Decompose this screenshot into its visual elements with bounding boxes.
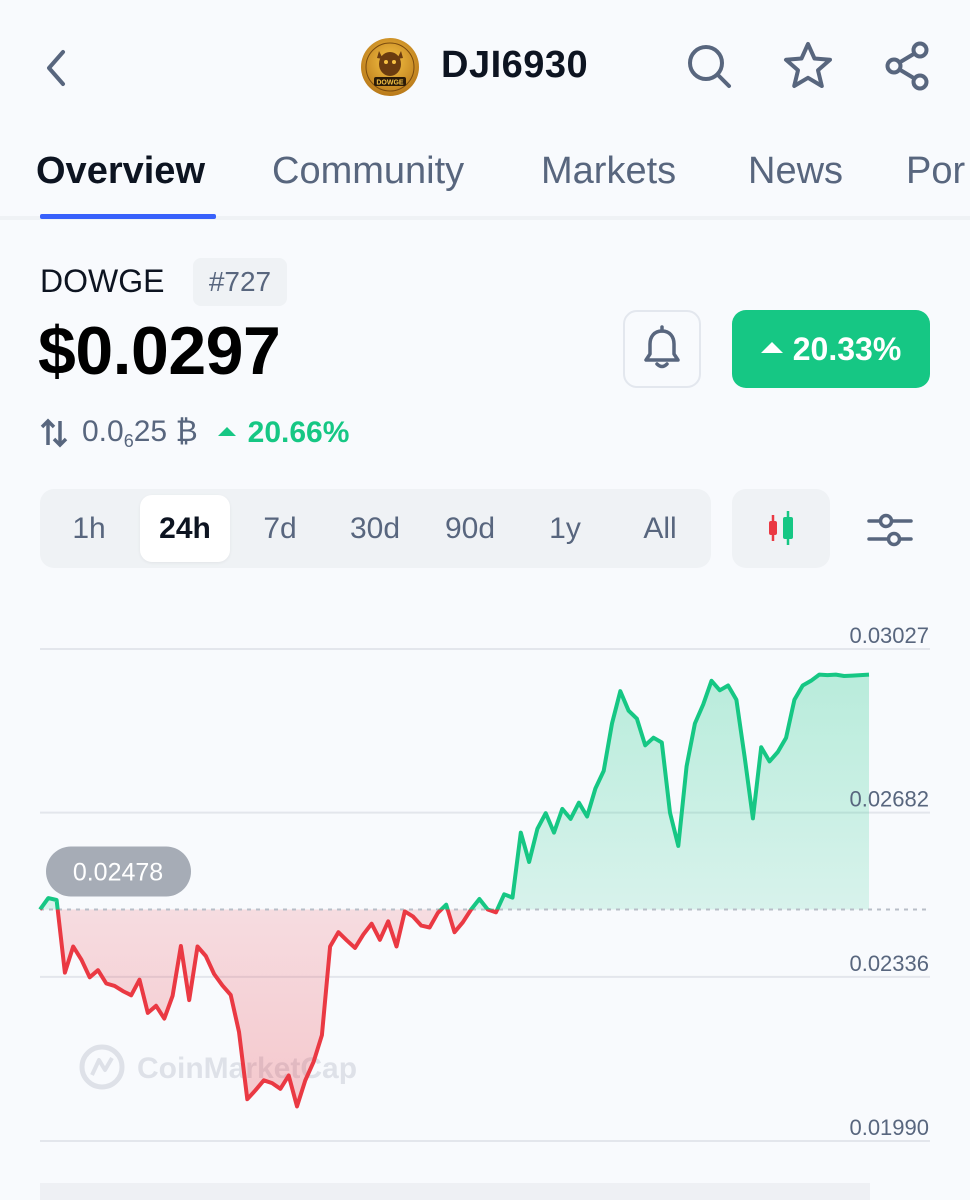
swap-arrows-icon (40, 418, 68, 448)
time-range-selector: 1h 24h 7d 30d 90d 1y All (40, 489, 711, 568)
range-7d[interactable]: 7d (235, 495, 325, 562)
price-chart[interactable]: CoinMarketCap 0.030270.026820.023360.019… (0, 600, 970, 1200)
tab-markets[interactable]: Markets (541, 150, 676, 193)
candlestick-icon (769, 510, 793, 545)
y-tick-label: 0.03027 (849, 623, 929, 648)
price-alert-button[interactable] (623, 310, 701, 388)
volume-strip (40, 1183, 870, 1200)
y-tick-label: 0.02682 (849, 787, 929, 812)
coin-name: DOWGE (40, 263, 165, 299)
range-30d[interactable]: 30d (330, 495, 420, 562)
range-all[interactable]: All (615, 495, 705, 562)
tab-news[interactable]: News (748, 150, 843, 193)
tab-overview[interactable]: Overview (36, 150, 205, 193)
rank-badge: #727 (193, 258, 287, 306)
btc-price-row: 0.0625 ₿ 20.66% (38, 413, 349, 453)
triangle-up-icon (760, 341, 783, 353)
current-price: $0.0297 (38, 313, 281, 389)
app-header: DOWGE DJI6930 (0, 0, 970, 130)
chart-settings-button[interactable] (856, 500, 924, 560)
logo-text: DOWGE (376, 80, 404, 87)
star-icon (784, 42, 832, 88)
coin-logo: DOWGE (361, 38, 419, 96)
active-tab-indicator (40, 214, 216, 219)
back-button[interactable] (36, 40, 76, 96)
back-icon (47, 50, 65, 86)
search-icon (688, 45, 731, 88)
reference-price-pill: 0.02478 (46, 846, 191, 897)
range-90d[interactable]: 90d (425, 495, 515, 562)
bell-icon (644, 325, 680, 369)
btc-price-change: 20.66% (217, 416, 349, 450)
share-button[interactable] (880, 38, 936, 94)
price-change-badge[interactable]: 20.33% (732, 310, 930, 388)
coin-symbol: DJI6930 (441, 44, 589, 86)
y-tick-label: 0.01990 (849, 1115, 929, 1140)
range-24h[interactable]: 24h (140, 495, 230, 562)
tab-community[interactable]: Community (272, 150, 464, 193)
reference-price-label: 0.02478 (73, 858, 163, 886)
tab-portfolio[interactable]: Por (906, 150, 965, 193)
price-change-value: 20.33% (792, 330, 902, 367)
watchlist-button[interactable] (780, 38, 836, 94)
btc-price: 0.0625 ₿ (82, 414, 198, 451)
range-1h[interactable]: 1h (44, 495, 134, 562)
share-icon (885, 41, 929, 91)
y-tick-label: 0.02336 (849, 951, 929, 976)
tab-bar: Overview Community Markets News Por (0, 130, 970, 220)
cmc-logo-icon (79, 1044, 125, 1090)
sliders-icon (867, 513, 913, 547)
search-button[interactable] (681, 38, 737, 94)
triangle-up-icon (217, 426, 236, 436)
range-1y[interactable]: 1y (520, 495, 610, 562)
candlestick-toggle-button[interactable] (732, 489, 830, 568)
